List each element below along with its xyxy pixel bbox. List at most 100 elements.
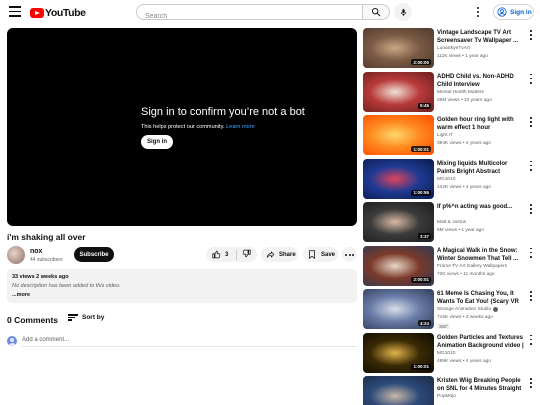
description-box[interactable]: 33 views 2 weeks ago No description has … — [7, 269, 357, 303]
video-duration: 1:00:01 — [411, 363, 431, 370]
video-title[interactable]: Vintage Landscape TV Art Screensaver Tv … — [437, 29, 525, 45]
channel-name[interactable]: nox — [30, 248, 42, 255]
channel-name[interactable]: Strange Animation Studio — [437, 307, 499, 312]
channel-name[interactable]: LunaSkyeTvArt — [437, 46, 470, 51]
share-label: Share — [279, 251, 296, 258]
channel-name-text: PopMojo — [437, 394, 456, 399]
video-duration: 5:45 — [417, 102, 431, 109]
sort-button[interactable]: Sort by — [68, 314, 104, 321]
video-title[interactable]: A Magical Walk in the Snow: Winter Snowm… — [437, 247, 525, 263]
recommended-video[interactable]: 2:00:00 Vintage Landscape TV Art Screensa… — [363, 28, 538, 70]
share-icon — [266, 251, 275, 258]
channel-avatar[interactable] — [7, 246, 25, 264]
recommended-video[interactable]: 4:24 61 Meme Is Chasing You, It Wants To … — [363, 289, 538, 331]
channel-name-text: Mental Health Matters — [437, 89, 484, 95]
video-thumbnail[interactable]: 4:24 — [363, 289, 434, 329]
learn-more-link[interactable]: Learn more — [226, 124, 255, 130]
add-comment-input[interactable]: Add a comment... — [22, 337, 357, 347]
channel-name[interactable]: Matt & Justus — [437, 220, 466, 225]
video-duration: 2:00:01 — [411, 276, 431, 283]
more-vertical-icon[interactable] — [528, 247, 534, 258]
subscribe-button[interactable]: Subscribe — [74, 247, 114, 262]
like-dislike-group: 3 — [206, 247, 257, 262]
video-thumbnail[interactable]: 1:00:55 — [363, 158, 434, 199]
video-thumbnail[interactable]: 1:00:01 — [363, 332, 434, 373]
recommended-video[interactable]: 5:45 ADHD Child vs. Non-ADHD Child Interv… — [363, 71, 538, 114]
more-actions-button[interactable] — [342, 247, 357, 262]
video-thumbnail[interactable]: 2:00:00 — [363, 28, 434, 68]
youtube-logo[interactable]: YouTube — [30, 7, 86, 19]
channel-name[interactable]: MG1010 — [437, 177, 455, 182]
comments-count: 0 Comments — [7, 315, 59, 325]
video-title[interactable]: ADHD Child vs. Non-ADHD Child Interview — [437, 73, 525, 89]
video-title[interactable]: Golden hour ring light with warm effect … — [437, 116, 525, 132]
channel-name[interactable]: PopMojo — [437, 394, 456, 399]
description-more-link[interactable]: ...more — [12, 292, 352, 298]
recommended-video[interactable]: 1:00:01 Golden Particles and Textures Ani… — [363, 332, 538, 375]
video-thumbnail[interactable]: 3:37 — [363, 202, 434, 242]
more-vertical-icon[interactable] — [528, 204, 534, 214]
video-thumbnail[interactable] — [363, 376, 434, 405]
more-vertical-icon[interactable] — [528, 378, 534, 388]
subscriber-count: 44 subscribers — [30, 257, 63, 263]
more-vertical-icon[interactable] — [528, 160, 534, 171]
prompt-signin-button[interactable]: Sign in — [141, 135, 173, 149]
video-title[interactable]: Kristen Wiig Breaking People on SNL for … — [437, 377, 525, 393]
more-vertical-icon[interactable] — [528, 291, 534, 301]
recommended-video[interactable]: 3:37 If p%^n acting was good... Matt & Jus… — [363, 202, 538, 244]
video-title[interactable]: 61 Meme Is Chasing You, It Wants To Eat … — [437, 290, 525, 306]
thumbs-up-icon — [212, 250, 221, 259]
save-button[interactable]: Save — [303, 247, 338, 262]
save-label: Save — [321, 251, 336, 258]
channel-name-text: LunaSkyeTvArt — [437, 46, 470, 51]
user-avatar-icon — [7, 336, 17, 346]
recommended-video[interactable]: 1:00:55 Mixing liquids Multicolor Paints … — [363, 158, 538, 201]
account-icon — [497, 7, 507, 17]
video-title: i'm shaking all over — [7, 232, 86, 242]
more-vertical-icon[interactable] — [528, 30, 534, 40]
more-vertical-icon[interactable] — [528, 334, 534, 345]
channel-name[interactable]: Mental Health Matters — [437, 90, 484, 95]
share-button[interactable]: Share — [261, 247, 298, 262]
video-meta: 394K views • 2 years ago — [437, 141, 491, 146]
video-title[interactable]: Golden Particles and Textures Animation … — [437, 334, 525, 350]
video-duration: 2:00:00 — [411, 59, 431, 65]
recommended-video[interactable]: 2:00:01 A Magical Walk in the Snow: Winte… — [363, 245, 538, 288]
video-title[interactable]: If p%^n acting was good... — [437, 203, 525, 211]
channel-name[interactable]: MG1010 — [437, 351, 455, 356]
channel-name-text: Light IT — [437, 133, 453, 138]
video-title[interactable]: Mixing liquids Multicolor Paints Bright … — [437, 160, 525, 176]
video-player[interactable]: Sign in to confirm you’re not a bot This… — [7, 28, 357, 226]
search-input[interactable] — [145, 9, 355, 24]
channel-name-text: MG1010 — [437, 176, 456, 182]
like-button[interactable]: 3 — [206, 250, 236, 259]
video-duration: 3:37 — [417, 233, 431, 239]
video-meta: 5M views • 1 year ago — [437, 228, 485, 233]
signin-button[interactable]: Sign in — [493, 4, 534, 20]
search-box — [136, 4, 363, 24]
vr-badge: 360° — [437, 323, 451, 329]
prompt-subtitle-text: This helps protect our community. — [141, 124, 225, 130]
recommended-video[interactable]: Kristen Wiig Breaking People on SNL for … — [363, 376, 538, 405]
menu-icon[interactable] — [9, 6, 21, 18]
sort-icon — [68, 314, 78, 321]
masthead: YouTube Sign in — [0, 0, 540, 26]
video-thumbnail[interactable]: 2:00:01 — [363, 245, 434, 286]
channel-name-text: Frame TV Art Gallery Wallpapers — [437, 263, 508, 269]
channel-name[interactable]: Frame TV Art Gallery Wallpapers — [437, 264, 507, 269]
video-meta: 715K views • 2 weeks ago — [437, 315, 493, 320]
signin-label: Sign in — [510, 8, 532, 16]
video-meta: 72K views • 11 months ago — [437, 271, 495, 277]
more-vertical-icon[interactable] — [528, 117, 534, 127]
video-meta: 26M views • 10 years ago — [437, 97, 492, 103]
channel-name[interactable]: Light IT — [437, 133, 453, 138]
voice-search-button[interactable] — [394, 3, 412, 21]
search-button[interactable] — [362, 4, 390, 20]
video-thumbnail[interactable]: 5:45 — [363, 71, 434, 112]
settings-more-icon[interactable] — [474, 6, 482, 18]
more-vertical-icon[interactable] — [528, 73, 534, 84]
video-duration: 1:00:55 — [411, 189, 431, 196]
video-thumbnail[interactable]: 1:00:01 — [363, 115, 434, 155]
dislike-button[interactable] — [237, 249, 251, 260]
recommended-video[interactable]: 1:00:01 Golden hour ring light with warm … — [363, 115, 538, 157]
